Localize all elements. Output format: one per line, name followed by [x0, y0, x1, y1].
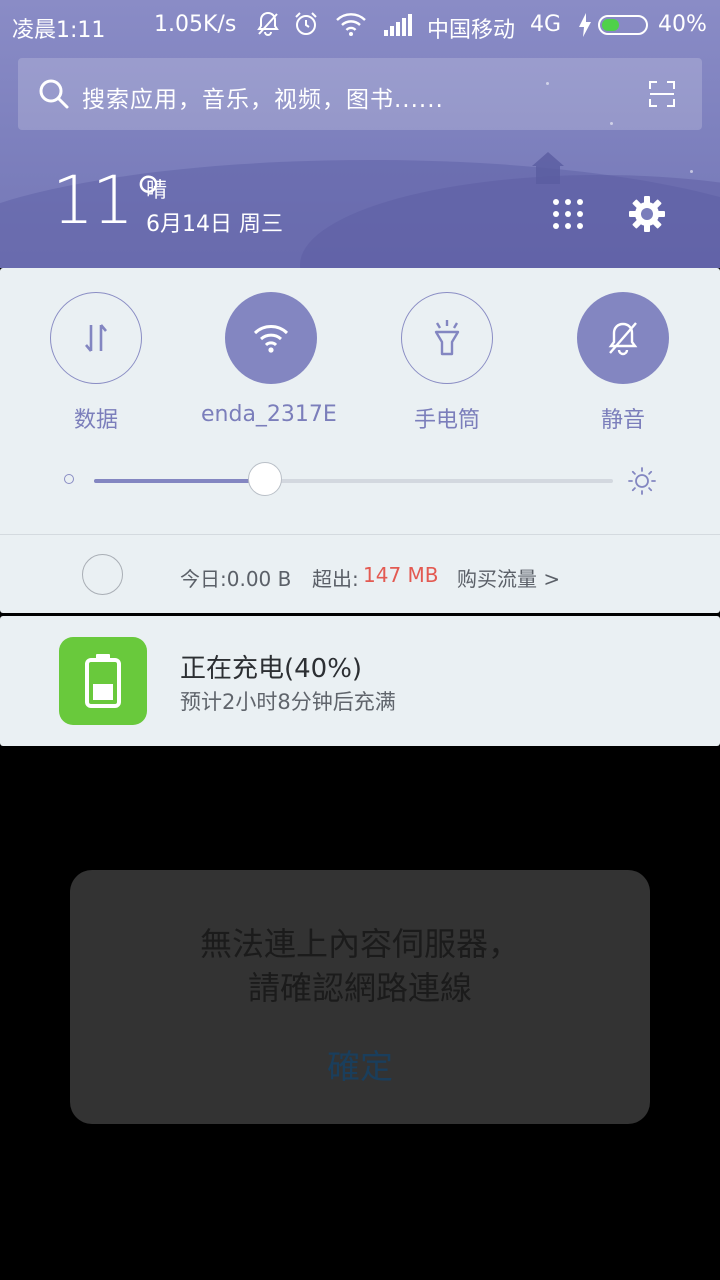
battery-icon: [85, 654, 121, 708]
charging-bolt-icon: [579, 13, 591, 37]
toggle-data[interactable]: 数据: [26, 292, 166, 434]
toggle-label: enda_2317E: [201, 402, 337, 427]
network-speed: 1.05K/s: [154, 12, 237, 37]
buy-data-link[interactable]: 购买流量 >: [457, 563, 560, 592]
search-placeholder: 搜索应用，音乐，视频，图书......: [82, 87, 444, 113]
bell-mute-icon: [608, 322, 638, 356]
battery-percent: 40%: [658, 12, 707, 37]
battery-icon: [598, 15, 648, 35]
data-exceed-value: 147 MB: [363, 563, 439, 587]
brightness-slider-fill: [94, 479, 265, 483]
wifi-icon: [253, 325, 289, 353]
brightness-low-icon: [64, 474, 74, 484]
bell-mute-icon: [257, 11, 279, 36]
house-illustration: [532, 152, 564, 184]
toggle-label: 手电筒: [413, 408, 480, 433]
signal-icon: [384, 14, 412, 36]
toggle-circle: [50, 292, 142, 384]
error-dialog: 無法連上內容伺服器， 請確認網路連線 確定: [70, 870, 650, 1124]
carrier-name: 中国移动: [427, 18, 516, 43]
star-decoration: [690, 170, 693, 173]
status-time: 凌晨1:11: [12, 18, 106, 43]
toggle-label: 静音: [600, 408, 645, 433]
toggle-circle: [225, 292, 317, 384]
confirm-button[interactable]: 確定: [70, 1040, 650, 1088]
notification-shade-header: 凌晨1:11 1.05K/s 中国移动 4G 40% 搜索应用，音乐，视频，图书…: [0, 0, 720, 268]
toggle-mute[interactable]: 静音: [553, 292, 693, 434]
grid-icon[interactable]: [552, 198, 584, 230]
brightness-slider[interactable]: [94, 462, 613, 496]
charging-notification[interactable]: 正在充电(40%) 预计2小时8分钟后充满: [0, 616, 720, 746]
status-bar: 凌晨1:11 1.05K/s 中国移动 4G 40%: [0, 0, 720, 52]
brightness-slider-thumb[interactable]: [248, 462, 282, 496]
alarm-icon: [295, 12, 317, 35]
dialog-message-line: 請確認網路連線: [247, 969, 472, 1007]
gear-icon[interactable]: [627, 194, 667, 234]
data-arrows-icon: [85, 324, 107, 352]
brightness-high-icon: [628, 467, 656, 495]
search-icon: [39, 79, 69, 109]
toggle-circle: [401, 292, 493, 384]
toggle-label: 数据: [73, 408, 118, 433]
weather-condition: 晴: [146, 178, 167, 202]
data-exceed-label: 超出:: [312, 567, 359, 591]
data-usage-ring-icon: [82, 554, 123, 595]
data-today: 今日:0.00 B: [180, 567, 292, 591]
dialog-message-line: 無法連上內容伺服器，: [199, 925, 520, 963]
wifi-icon: [336, 13, 366, 36]
search-bar[interactable]: 搜索应用，音乐，视频，图书......: [18, 58, 702, 130]
data-usage-row[interactable]: 今日:0.00 B 超出: 147 MB 购买流量 >: [0, 535, 720, 613]
network-type: 4G: [530, 12, 562, 37]
scan-icon[interactable]: [648, 80, 676, 108]
quick-settings-panel: 数据 enda_2317E 手电筒 静音 今日:0.00 B 超出: 147 M…: [0, 268, 720, 613]
notification-subtitle: 预计2小时8分钟后充满: [180, 690, 396, 714]
toggle-flashlight[interactable]: 手电筒: [377, 292, 517, 434]
dialog-message: 無法連上內容伺服器， 請確認網路連線: [70, 922, 650, 1010]
battery-app-icon: [59, 637, 147, 725]
date-label: 6月14日 周三: [146, 212, 283, 237]
toggle-wifi[interactable]: enda_2317E: [201, 292, 341, 427]
notification-title: 正在充电(40%): [180, 654, 363, 684]
flashlight-icon: [434, 320, 460, 356]
toggle-circle: [577, 292, 669, 384]
